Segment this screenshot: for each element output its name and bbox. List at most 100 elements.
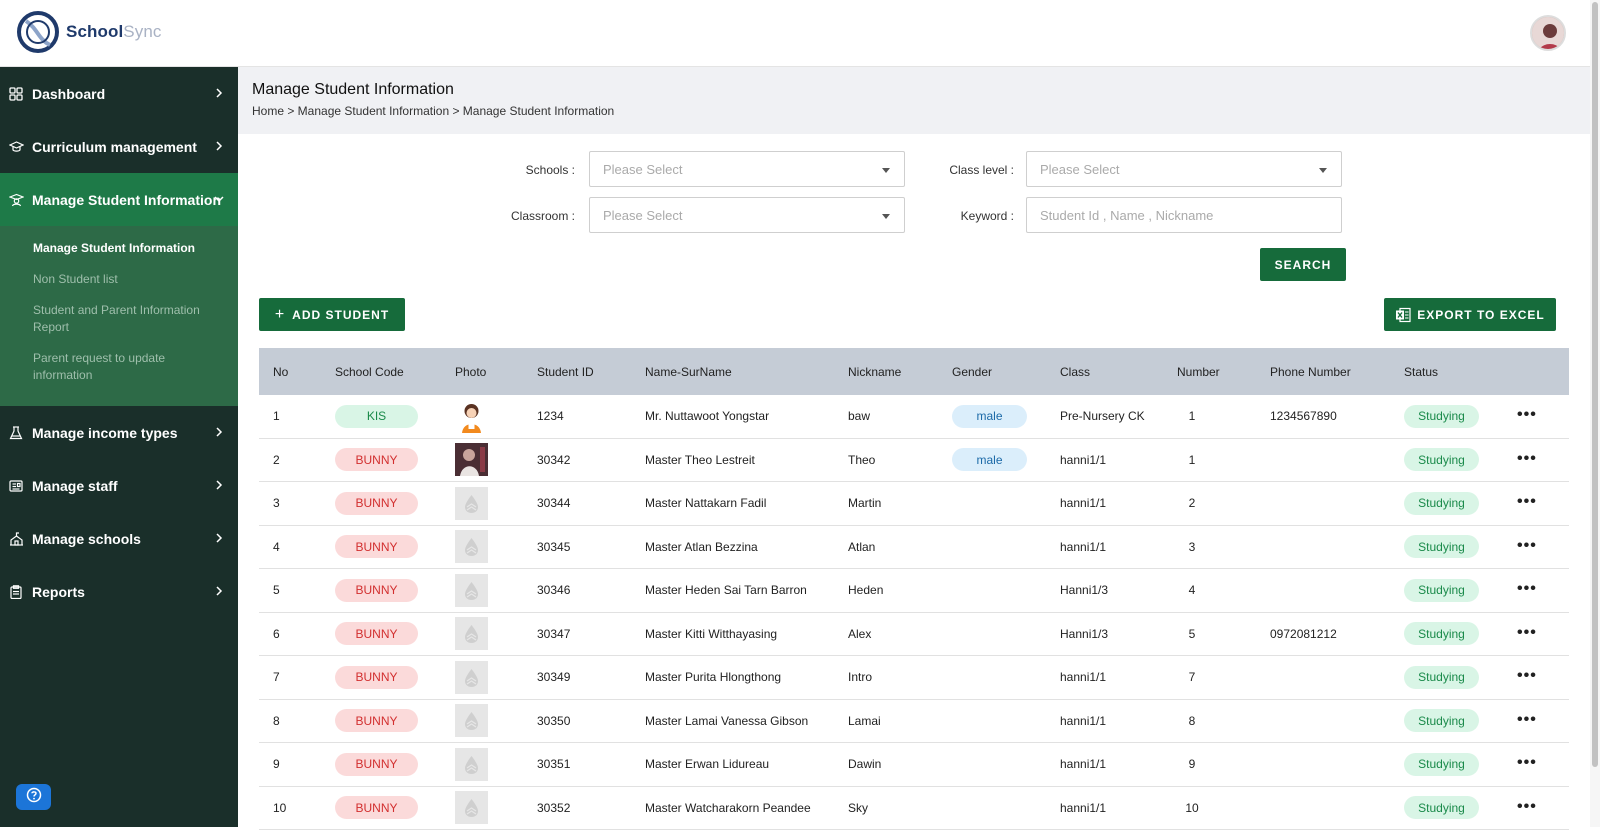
table-row[interactable]: 4BUNNY30345Master Atlan BezzinaAtlanhann… bbox=[259, 526, 1569, 570]
chevron-right-icon bbox=[212, 86, 226, 100]
sidebar-item-manage-schools[interactable]: Manage schools bbox=[0, 512, 238, 565]
user-avatar[interactable] bbox=[1530, 15, 1566, 51]
cell-phone: 1234567890 bbox=[1270, 409, 1337, 423]
more-actions-icon[interactable]: ••• bbox=[1517, 798, 1537, 816]
flask-icon bbox=[8, 425, 24, 441]
keyword-label: Keyword : bbox=[914, 209, 1014, 223]
sidebar-item-reports[interactable]: Reports bbox=[0, 565, 238, 618]
column-header: Student ID bbox=[537, 365, 594, 379]
table-row[interactable]: 10BUNNY30352Master Watcharakorn PeandeeS… bbox=[259, 787, 1569, 830]
column-header: Class bbox=[1060, 365, 1090, 379]
student-photo bbox=[455, 617, 488, 650]
cell-number: 3 bbox=[1177, 540, 1207, 554]
sidebar-item-manage-student[interactable]: Manage Student Information bbox=[0, 173, 238, 226]
page-header: Manage Student Information Home > Manage… bbox=[238, 67, 1590, 134]
more-actions-icon[interactable]: ••• bbox=[1517, 624, 1537, 642]
status-badge: Studying bbox=[1404, 796, 1479, 819]
class-level-select-value: Please Select bbox=[1040, 162, 1120, 177]
cell-name: Master Theo Lestreit bbox=[645, 453, 755, 467]
sidebar: Dashboard Curriculum management Manage S… bbox=[0, 67, 238, 827]
column-header: No bbox=[273, 365, 288, 379]
more-actions-icon[interactable]: ••• bbox=[1517, 537, 1537, 555]
chevron-right-icon bbox=[212, 584, 226, 598]
submenu-item-non-student-list[interactable]: Non Student list bbox=[0, 271, 238, 288]
table-row[interactable]: 8BUNNY30350Master Lamai Vanessa GibsonLa… bbox=[259, 700, 1569, 744]
caret-down-icon bbox=[1319, 168, 1327, 173]
chevron-right-icon bbox=[212, 531, 226, 545]
export-excel-button[interactable]: EXPORT TO EXCEL bbox=[1384, 298, 1556, 331]
cell-nickname: Martin bbox=[848, 496, 881, 510]
export-excel-button-label: EXPORT TO EXCEL bbox=[1417, 308, 1544, 322]
cell-student-id: 30342 bbox=[537, 453, 570, 467]
cell-no: 4 bbox=[273, 540, 280, 554]
logo[interactable]: SchoolSync bbox=[16, 9, 161, 55]
table-row[interactable]: 6BUNNY30347Master Kitti WitthayasingAlex… bbox=[259, 613, 1569, 657]
cell-number: 1 bbox=[1177, 453, 1207, 467]
class-level-select[interactable]: Please Select bbox=[1026, 151, 1342, 187]
keyword-input[interactable]: Student Id , Name , Nickname bbox=[1026, 197, 1342, 233]
more-actions-icon[interactable]: ••• bbox=[1517, 667, 1537, 685]
cell-no: 10 bbox=[273, 801, 286, 815]
sidebar-item-income-types[interactable]: Manage income types bbox=[0, 406, 238, 459]
cell-student-id: 30346 bbox=[537, 583, 570, 597]
schools-select-value: Please Select bbox=[603, 162, 683, 177]
cell-nickname: Dawin bbox=[848, 757, 881, 771]
classroom-select[interactable]: Please Select bbox=[589, 197, 905, 233]
column-header: Number bbox=[1177, 365, 1220, 379]
more-actions-icon[interactable]: ••• bbox=[1517, 406, 1537, 424]
sidebar-item-label: Manage income types bbox=[32, 425, 178, 441]
cell-class: hanni1/1 bbox=[1060, 670, 1106, 684]
table-row[interactable]: 1KIS1234Mr. Nuttawoot YongstarbawmalePre… bbox=[259, 395, 1569, 439]
cell-class: hanni1/1 bbox=[1060, 757, 1106, 771]
more-actions-icon[interactable]: ••• bbox=[1517, 493, 1537, 511]
school-code-badge: BUNNY bbox=[335, 709, 418, 732]
more-actions-icon[interactable]: ••• bbox=[1517, 450, 1537, 468]
table-row[interactable]: 5BUNNY30346Master Heden Sai Tarn BarronH… bbox=[259, 569, 1569, 613]
add-student-button[interactable]: + ADD STUDENT bbox=[259, 298, 405, 331]
more-actions-icon[interactable]: ••• bbox=[1517, 580, 1537, 598]
cell-no: 7 bbox=[273, 670, 280, 684]
more-actions-icon[interactable]: ••• bbox=[1517, 711, 1537, 729]
cell-number: 4 bbox=[1177, 583, 1207, 597]
cell-number: 2 bbox=[1177, 496, 1207, 510]
cell-name: Master Kitti Witthayasing bbox=[645, 627, 777, 641]
submenu-item-student-parent-report[interactable]: Student and Parent Information Report bbox=[0, 302, 238, 336]
sidebar-item-label: Dashboard bbox=[32, 86, 105, 102]
cell-name: Master Erwan Lidureau bbox=[645, 757, 769, 771]
cell-name: Master Watcharakorn Peandee bbox=[645, 801, 811, 815]
caret-down-icon bbox=[882, 168, 890, 173]
cell-no: 3 bbox=[273, 496, 280, 510]
table-row[interactable]: 9BUNNY30351Master Erwan LidureauDawinhan… bbox=[259, 743, 1569, 787]
scrollbar-thumb[interactable] bbox=[1592, 2, 1598, 767]
table-row[interactable]: 7BUNNY30349Master Purita HlongthongIntro… bbox=[259, 656, 1569, 700]
sidebar-item-curriculum[interactable]: Curriculum management bbox=[0, 120, 238, 173]
grid-icon bbox=[8, 86, 24, 102]
search-button[interactable]: SEARCH bbox=[1260, 248, 1346, 281]
school-icon bbox=[8, 531, 24, 547]
cell-nickname: Alex bbox=[848, 627, 871, 641]
submenu-item-manage-student-information[interactable]: Manage Student Information bbox=[0, 240, 238, 257]
logo-mark-icon bbox=[16, 9, 60, 55]
page-title: Manage Student Information bbox=[252, 81, 1576, 99]
cell-no: 8 bbox=[273, 714, 280, 728]
classroom-select-value: Please Select bbox=[603, 208, 683, 223]
brand-name-part1: School bbox=[66, 22, 123, 41]
sidebar-item-dashboard[interactable]: Dashboard bbox=[0, 67, 238, 120]
table-row[interactable]: 2BUNNY30342Master Theo LestreitTheomaleh… bbox=[259, 439, 1569, 483]
page-scrollbar[interactable] bbox=[1590, 0, 1600, 827]
more-actions-icon[interactable]: ••• bbox=[1517, 754, 1537, 772]
submenu-item-parent-request[interactable]: Parent request to update information bbox=[0, 350, 238, 384]
students-table: No School Code Photo Student ID Name-Sur… bbox=[259, 348, 1569, 830]
schools-select[interactable]: Please Select bbox=[589, 151, 905, 187]
cell-number: 1 bbox=[1177, 409, 1207, 423]
sidebar-item-manage-staff[interactable]: Manage staff bbox=[0, 459, 238, 512]
table-row[interactable]: 3BUNNY30344Master Nattakarn FadilMartinh… bbox=[259, 482, 1569, 526]
sidebar-item-label: Curriculum management bbox=[32, 139, 197, 155]
cell-no: 1 bbox=[273, 409, 280, 423]
cell-class: hanni1/1 bbox=[1060, 453, 1106, 467]
school-code-badge: BUNNY bbox=[335, 535, 418, 558]
submenu-manage-student: Manage Student Information Non Student l… bbox=[0, 226, 238, 406]
column-header: Photo bbox=[455, 365, 486, 379]
question-icon bbox=[26, 787, 42, 808]
help-button[interactable] bbox=[16, 784, 51, 810]
